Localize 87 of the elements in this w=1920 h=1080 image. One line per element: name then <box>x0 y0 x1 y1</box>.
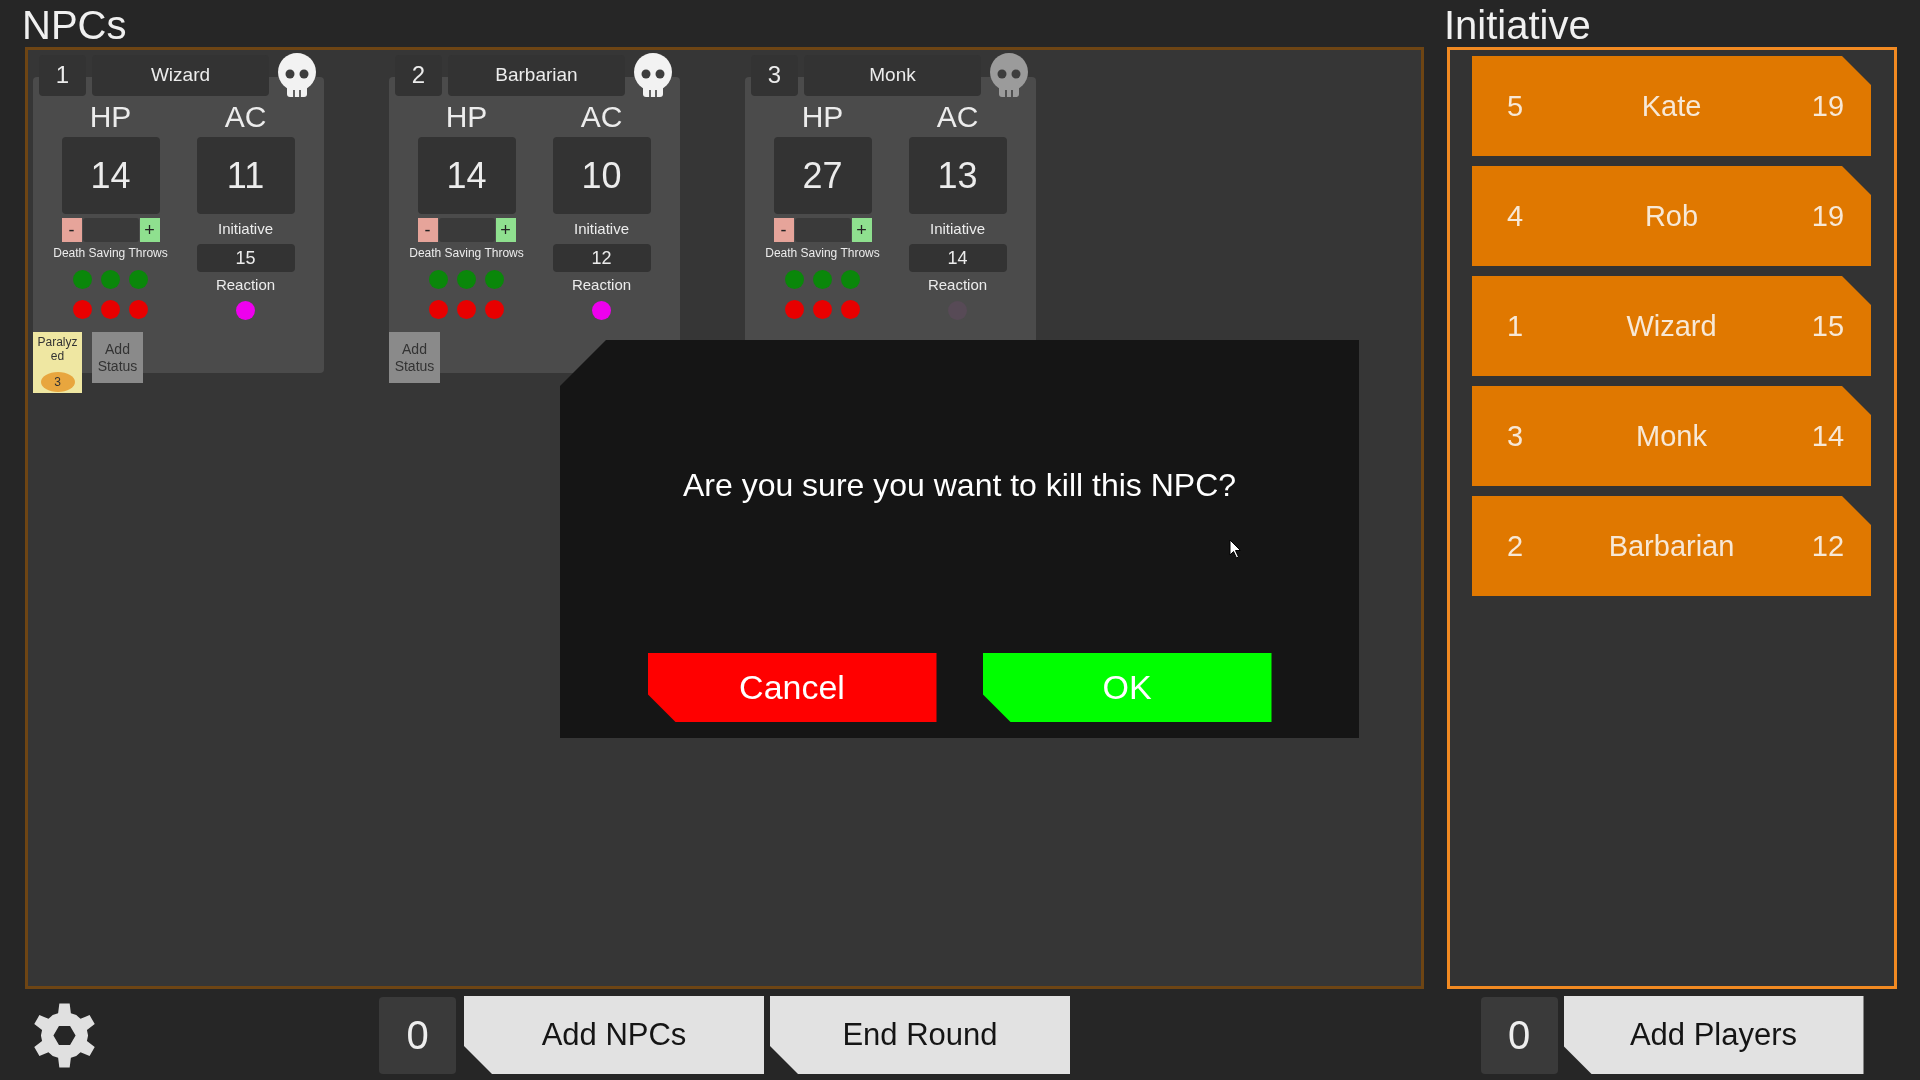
entry-score: 12 <box>1811 529 1845 563</box>
entry-name: Barbarian <box>1608 529 1735 563</box>
minus-button[interactable]: - <box>417 218 438 242</box>
dot-icon <box>73 270 92 289</box>
entry-score: 19 <box>1811 89 1845 123</box>
dot-icon <box>485 300 504 319</box>
cursor-icon <box>1229 539 1242 559</box>
entry-score: 14 <box>1811 419 1845 453</box>
npc-name: Wizard <box>92 54 269 96</box>
npc-number: 2 <box>395 54 442 96</box>
dot-icon <box>129 300 148 319</box>
dot-icon <box>457 300 476 319</box>
death-saves-label: Death Saving Throws <box>53 245 168 262</box>
initiative-label: Initiative <box>930 219 985 239</box>
minus-button[interactable]: - <box>773 218 794 242</box>
duration-badge: 3 <box>40 372 75 392</box>
entry-score: 15 <box>1811 309 1845 343</box>
entry-name: Wizard <box>1626 309 1717 343</box>
dialog-message: Are you sure you want to kill this NPC? <box>682 466 1237 505</box>
minus-button[interactable]: - <box>61 218 82 242</box>
plus-button[interactable]: + <box>139 218 160 242</box>
dot-icon <box>457 270 476 289</box>
dot-icon <box>429 300 448 319</box>
hp-value: 14 <box>61 137 160 214</box>
death-saves-label: Death Saving Throws <box>409 245 524 262</box>
plus-button[interactable]: + <box>495 218 516 242</box>
plus-button[interactable]: + <box>851 218 872 242</box>
dot-icon <box>813 300 832 319</box>
death-saves-label: Death Saving Throws <box>765 245 880 262</box>
initiative-value: 14 <box>908 244 1007 272</box>
entry-name: Monk <box>1636 419 1707 453</box>
ac-label: AC <box>936 100 979 134</box>
ac-label: AC <box>224 100 267 134</box>
add-players-button[interactable]: Add Players <box>1563 996 1864 1074</box>
player-count: 0 <box>1480 996 1558 1074</box>
entry-name: Kate <box>1641 89 1702 123</box>
dot-icon <box>785 300 804 319</box>
reaction-label: Reaction <box>571 275 632 295</box>
initiative-value: 12 <box>552 244 651 272</box>
entry-number: 2 <box>1506 529 1524 563</box>
cancel-button[interactable]: Cancel <box>647 653 937 722</box>
add-status-button[interactable]: Add Status <box>92 332 143 383</box>
dot-icon <box>73 300 92 319</box>
ac-value: 10 <box>552 137 651 214</box>
dot-icon <box>101 300 120 319</box>
entry-number: 5 <box>1506 89 1524 123</box>
hp-label: HP <box>801 100 844 134</box>
hp-label: HP <box>445 100 488 134</box>
dot-icon <box>841 300 860 319</box>
entry-name: Rob <box>1644 199 1699 233</box>
hp-change-field[interactable] <box>438 218 495 242</box>
npc-number: 1 <box>39 54 86 96</box>
entry-number: 4 <box>1506 199 1524 233</box>
hp-value: 27 <box>773 137 872 214</box>
dot-icon <box>129 270 148 289</box>
initiative-label: Initiative <box>218 219 273 239</box>
hp-change-field[interactable] <box>82 218 139 242</box>
settings-icon[interactable] <box>34 1002 95 1068</box>
ac-value: 13 <box>908 137 1007 214</box>
entry-number: 3 <box>1506 419 1524 453</box>
reaction-label: Reaction <box>215 275 276 295</box>
hp-value: 14 <box>417 137 516 214</box>
end-round-button[interactable]: End Round <box>770 996 1070 1074</box>
reaction-label: Reaction <box>927 275 988 295</box>
dot-icon <box>485 270 504 289</box>
initiative-value: 15 <box>196 244 295 272</box>
dot-icon <box>429 270 448 289</box>
npc-name: Barbarian <box>448 54 625 96</box>
dot-icon <box>101 270 120 289</box>
entry-number: 1 <box>1506 309 1524 343</box>
entry-score: 19 <box>1811 199 1845 233</box>
ac-label: AC <box>580 100 623 134</box>
panel-title: NPCs <box>22 3 127 47</box>
dot-icon <box>813 270 832 289</box>
hp-label: HP <box>89 100 132 134</box>
npc-count: 0 <box>379 996 456 1074</box>
initiative-label: Initiative <box>574 219 629 239</box>
add-status-button[interactable]: Add Status <box>389 332 440 383</box>
hp-change-field[interactable] <box>794 218 851 242</box>
npc-number: 3 <box>751 54 798 96</box>
ac-value: 11 <box>196 137 295 214</box>
dot-icon <box>785 270 804 289</box>
add-npcs-button[interactable]: Add NPCs <box>464 996 764 1074</box>
status-name: Paralyzed <box>36 335 79 363</box>
dot-icon <box>841 270 860 289</box>
panel-title: Initiative <box>1444 3 1591 47</box>
npc-name: Monk <box>804 54 981 96</box>
